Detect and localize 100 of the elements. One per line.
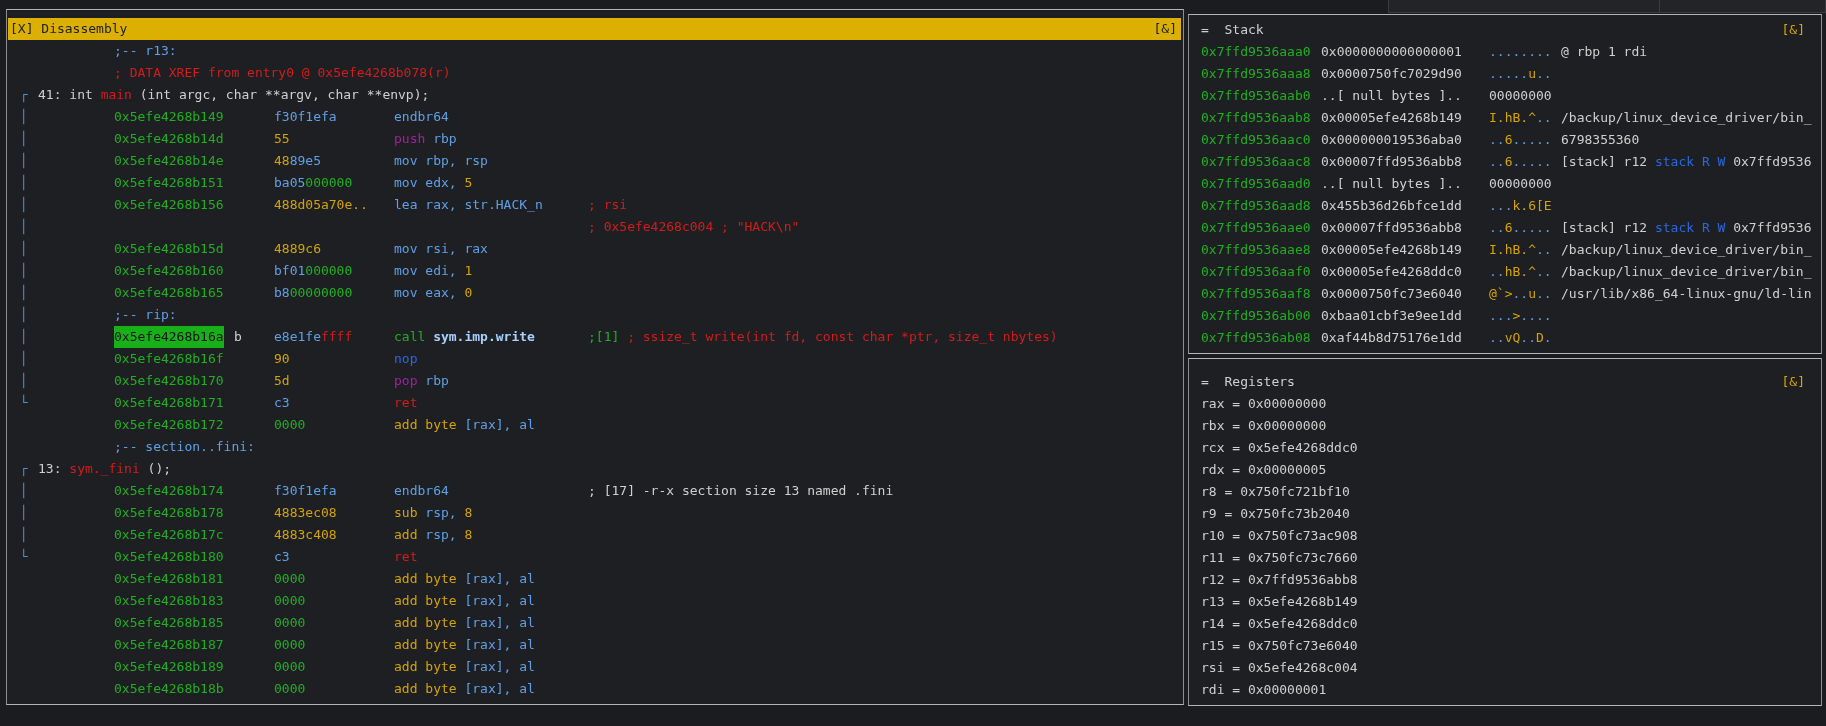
address-cell[interactable]: 0x5efe4268b17c bbox=[114, 524, 224, 546]
instruction-cell-text: mov rsi, rax bbox=[394, 240, 489, 258]
address-cell[interactable]: 0x5efe4268b160 bbox=[114, 260, 224, 282]
stack-address: 0x7ffd9536aac0 bbox=[1201, 131, 1312, 149]
register-value: r15 = 0x750fc73e6040 bbox=[1201, 638, 1358, 653]
tree-line: │ bbox=[19, 239, 29, 259]
stack-value: 0x000000019536aba0 bbox=[1321, 131, 1463, 149]
register-value: rax = 0x00000000 bbox=[1201, 396, 1327, 411]
stack-value: 0x0000000000000001 bbox=[1321, 43, 1463, 61]
flag-label: ;-- r13: bbox=[114, 42, 178, 60]
address-cell[interactable]: 0x5efe4268b14d bbox=[114, 128, 224, 150]
address-cell[interactable]: 0x5efe4268b185 bbox=[114, 612, 224, 634]
address-cell[interactable]: 0x5efe4268b189 bbox=[114, 656, 224, 678]
bytes-cell-text: 0000 bbox=[274, 592, 307, 610]
register-value: rcx = 0x5efe4268ddc0 bbox=[1201, 440, 1358, 455]
ascii-cell-text: ..6..... bbox=[1489, 153, 1553, 171]
register-value: r8 = 0x750fc721bf10 bbox=[1201, 484, 1350, 499]
tree-line: ┌ bbox=[19, 86, 29, 105]
instruction-cell-text: lea rax, str.HACK_n bbox=[394, 196, 544, 214]
instruction-cell-text: endbr64 bbox=[394, 482, 450, 500]
address-cell[interactable]: 0x5efe4268b149 bbox=[114, 106, 224, 128]
bytes-cell-text: 0000 bbox=[274, 416, 307, 434]
instruction-cell-text: mov eax, 0 bbox=[394, 284, 474, 302]
instruction-cell-text: ret bbox=[394, 548, 419, 566]
instruction-cell-text: sub rsp, 8 bbox=[394, 504, 474, 522]
ascii-cell-text: ...k.6[E bbox=[1489, 197, 1553, 215]
reference-cell-text: /backup/linux_device_driver/bin_ bbox=[1561, 263, 1813, 281]
reference-cell-text: @ rbp 1 rdi bbox=[1561, 43, 1649, 61]
instruction-cell-text: add byte [rax], al bbox=[394, 658, 536, 676]
panel-badge[interactable]: [&] bbox=[1781, 371, 1805, 393]
bytes-cell-text: bf01000000 bbox=[274, 262, 354, 280]
instruction-cell-text: add byte [rax], al bbox=[394, 680, 536, 698]
tree-line: │ bbox=[19, 349, 29, 369]
stack-value: 0xbaa01cbf3e9ee1dd bbox=[1321, 307, 1463, 325]
address-cell[interactable]: 0x5efe4268b181 bbox=[114, 568, 224, 590]
stack-address: 0x7ffd9536aaa0 bbox=[1201, 43, 1312, 61]
address-cell[interactable]: 0x5efe4268b180 bbox=[114, 546, 224, 568]
address-cell[interactable]: 0x5efe4268b187 bbox=[114, 634, 224, 656]
stack-value: 0x00007ffd9536abb8 bbox=[1321, 153, 1463, 171]
address-cell[interactable]: 0x5efe4268b14e bbox=[114, 150, 224, 172]
register-value: rdi = 0x00000001 bbox=[1201, 682, 1327, 697]
address-cell[interactable]: 0x5efe4268b172 bbox=[114, 414, 224, 436]
bytes-cell-text: 4883c408 bbox=[274, 526, 338, 544]
instruction-cell-text: nop bbox=[394, 350, 419, 368]
address-cell[interactable]: 0x5efe4268b170 bbox=[114, 370, 224, 392]
reference-cell-text: [stack] r12 stack R W 0x7ffd9536 bbox=[1561, 219, 1813, 237]
panel-badge[interactable]: [&] bbox=[1781, 19, 1805, 41]
address-cell[interactable]: 0x5efe4268b174 bbox=[114, 480, 224, 502]
instruction-cell-text: add byte [rax], al bbox=[394, 592, 536, 610]
panel-marker: = bbox=[1201, 21, 1209, 39]
instruction-cell-text: pop rbp bbox=[394, 372, 450, 390]
tree-line: │ bbox=[19, 283, 29, 303]
address-cell[interactable]: 0x5efe4268b183 bbox=[114, 590, 224, 612]
stack-address: 0x7ffd9536aaf8 bbox=[1201, 285, 1312, 303]
stack-address: 0x7ffd9536aad8 bbox=[1201, 197, 1312, 215]
ascii-cell-text: .....u.. bbox=[1489, 65, 1553, 83]
stack-value: 0x00005efe4268b149 bbox=[1321, 241, 1463, 259]
bytes-cell-text: 4883ec08 bbox=[274, 504, 338, 522]
stack-address: 0x7ffd9536aab0 bbox=[1201, 87, 1312, 105]
instruction-cell-text: add byte [rax], al bbox=[394, 416, 536, 434]
bytes-cell-text: 4889c6 bbox=[274, 240, 322, 258]
ascii-cell-text: I.hB.^.. bbox=[1489, 109, 1553, 127]
address-cell[interactable]: 0x5efe4268b18b bbox=[114, 678, 224, 700]
panel-badge[interactable]: [&] bbox=[1153, 18, 1177, 40]
instruction-cell-text: mov edi, 1 bbox=[394, 262, 474, 280]
register-value: r10 = 0x750fc73ac908 bbox=[1201, 528, 1358, 543]
ascii-cell-text: ..6..... bbox=[1489, 219, 1553, 237]
address-cell[interactable]: 0x5efe4268b178 bbox=[114, 502, 224, 524]
address-cell[interactable]: 0x5efe4268b16f bbox=[114, 348, 224, 370]
register-value: rsi = 0x5efe4268c004 bbox=[1201, 660, 1358, 675]
stack-value: 0xaf44b8d75176e1dd bbox=[1321, 329, 1463, 347]
register-value: rdx = 0x00000005 bbox=[1201, 462, 1327, 477]
tree-line: └ bbox=[19, 547, 29, 566]
stack-value: 0x00005efe4268b149 bbox=[1321, 109, 1463, 127]
reference-cell-text: /backup/linux_device_driver/bin_ bbox=[1561, 109, 1813, 127]
stack-address: 0x7ffd9536aaa8 bbox=[1201, 65, 1312, 83]
panel-title: [X] Disassembly bbox=[10, 20, 128, 38]
ascii-cell-text: 00000000 bbox=[1489, 175, 1553, 193]
tree-line: │ bbox=[19, 107, 29, 127]
function-signature: 41: int main (int argc, char **argv, char **envp); bbox=[38, 86, 431, 104]
bytes-cell-text: 4889e5 bbox=[274, 152, 322, 170]
stack-value: 0x0000750fc7029d90 bbox=[1321, 65, 1463, 83]
instruction-cell-text: add rsp, 8 bbox=[394, 526, 474, 544]
address-cell[interactable]: 0x5efe4268b165 bbox=[114, 282, 224, 304]
address-cell[interactable]: 0x5efe4268b16a bbox=[114, 326, 224, 348]
address-cell[interactable]: 0x5efe4268b156 bbox=[114, 194, 224, 216]
register-value: rbx = 0x00000000 bbox=[1201, 418, 1327, 433]
bytes-cell-text: 0000 bbox=[274, 658, 307, 676]
instruction-cell-text: mov edx, 5 bbox=[394, 174, 474, 192]
address-cell[interactable]: 0x5efe4268b15d bbox=[114, 238, 224, 260]
stack-value: ..[ null bytes ].. bbox=[1321, 175, 1463, 193]
ascii-cell-text: @`>..u.. bbox=[1489, 285, 1553, 303]
xref-comment: ; DATA XREF from entry0 @ 0x5efe4268b078(r) bbox=[114, 64, 452, 82]
address-cell[interactable]: 0x5efe4268b171 bbox=[114, 392, 224, 414]
stack-address: 0x7ffd9536aaf0 bbox=[1201, 263, 1312, 281]
address-cell[interactable]: 0x5efe4268b151 bbox=[114, 172, 224, 194]
ascii-cell-text: ........ bbox=[1489, 43, 1553, 61]
ascii-cell-text: I.hB.^.. bbox=[1489, 241, 1553, 259]
panel-title: Stack bbox=[1224, 21, 1264, 39]
stack-value: 0x455b36d26bfce1dd bbox=[1321, 197, 1463, 215]
